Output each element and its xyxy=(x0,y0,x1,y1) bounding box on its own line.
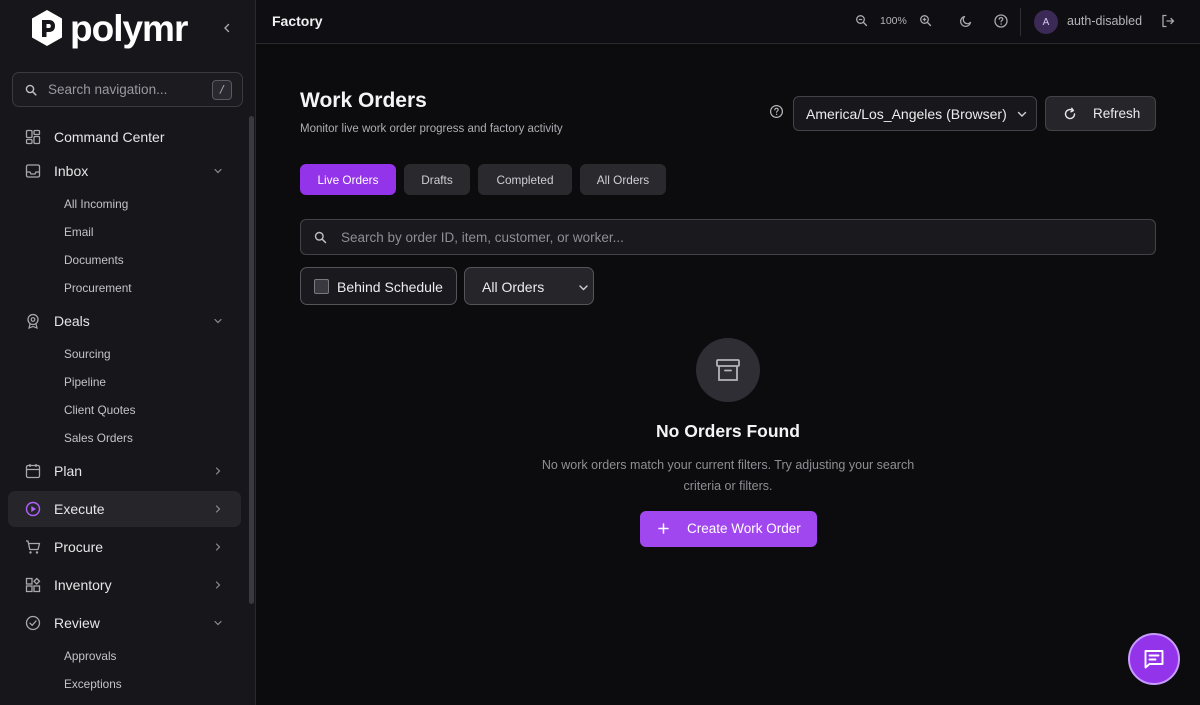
nav-search-input[interactable]: Search navigation... / xyxy=(12,72,243,107)
tab-completed[interactable]: Completed xyxy=(478,164,572,195)
sidebar-item-execute[interactable]: Execute xyxy=(8,491,241,527)
plus-icon xyxy=(658,523,669,534)
refresh-button[interactable]: Refresh xyxy=(1045,96,1156,131)
create-work-order-button[interactable]: Create Work Order xyxy=(640,511,817,547)
refresh-label: Refresh xyxy=(1093,106,1141,121)
chat-button[interactable] xyxy=(1128,633,1180,685)
topbar-divider xyxy=(1020,8,1021,36)
sidebar-item-label: Procure xyxy=(54,539,104,555)
boxes-icon xyxy=(25,577,41,593)
archive-icon xyxy=(716,359,740,381)
empty-state-description: No work orders match your current filter… xyxy=(541,458,915,493)
sidebar-scrollbar[interactable] xyxy=(249,116,254,604)
search-icon xyxy=(25,84,37,96)
inbox-icon xyxy=(25,164,41,178)
chevron-down-icon xyxy=(214,620,222,626)
sidebar-item-procure[interactable]: Procure xyxy=(8,529,241,565)
sidebar: polymr Search navigation... / Command Ce… xyxy=(0,0,256,705)
zoom-out-icon[interactable] xyxy=(854,13,870,29)
sidebar-subitem-all-incoming[interactable]: All Incoming xyxy=(64,196,128,212)
chevron-down-icon xyxy=(1017,111,1027,117)
timezone-value: America/Los_Angeles (Browser) xyxy=(806,105,1007,122)
search-icon xyxy=(314,231,327,244)
dashboard-icon xyxy=(25,129,41,145)
collapse-sidebar-button[interactable] xyxy=(218,19,236,37)
sidebar-item-plan[interactable]: Plan xyxy=(8,453,241,489)
page-subtitle: Monitor live work order progress and fac… xyxy=(300,123,563,135)
timezone-select[interactable]: America/Los_Angeles (Browser) xyxy=(793,96,1037,131)
search-shortcut-key: / xyxy=(212,79,232,100)
sidebar-item-label: Plan xyxy=(54,463,83,479)
refresh-icon xyxy=(1064,107,1076,120)
order-search-box xyxy=(300,219,1156,255)
sidebar-item-review[interactable]: Review xyxy=(8,605,241,641)
brand-logo[interactable]: polymr xyxy=(30,7,188,49)
topbar: Factory 100% A auth-disabled xyxy=(256,0,1200,44)
sidebar-subitem-procurement[interactable]: Procurement xyxy=(64,280,132,296)
sidebar-item-deals[interactable]: Deals xyxy=(8,303,241,339)
tab-live-orders[interactable]: Live Orders xyxy=(300,164,396,195)
user-name: auth-disabled xyxy=(1067,14,1143,28)
sidebar-item-label: Command Center xyxy=(54,129,165,145)
order-search-input[interactable] xyxy=(341,220,1141,254)
sidebar-item-label: Review xyxy=(54,615,100,631)
chevron-down-icon xyxy=(214,168,222,174)
chevron-right-icon xyxy=(215,543,221,551)
zoom-level: 100% xyxy=(880,15,907,27)
sidebar-subitem-sourcing[interactable]: Sourcing xyxy=(64,346,111,362)
sidebar-subitem-email[interactable]: Email xyxy=(64,224,94,240)
sidebar-item-label: Deals xyxy=(54,313,90,329)
empty-state-icon-wrap xyxy=(696,338,760,402)
check-circle-icon xyxy=(25,615,41,631)
order-filter-value: All Orders xyxy=(482,279,545,295)
breadcrumb[interactable]: Factory xyxy=(272,13,323,29)
sidebar-subitem-pipeline[interactable]: Pipeline xyxy=(64,374,106,390)
logout-icon[interactable] xyxy=(1160,13,1176,29)
sidebar-item-label: Execute xyxy=(54,501,105,517)
sidebar-item-inventory[interactable]: Inventory xyxy=(8,567,241,603)
sidebar-item-label: Inventory xyxy=(54,577,112,593)
tab-drafts[interactable]: Drafts xyxy=(404,164,470,195)
tab-all-orders[interactable]: All Orders xyxy=(580,164,666,195)
nav-search-placeholder: Search navigation... xyxy=(48,82,168,97)
order-filter-select[interactable]: All Orders xyxy=(464,267,594,305)
sidebar-item-command-center[interactable]: Command Center xyxy=(8,119,241,155)
sidebar-subitem-documents[interactable]: Documents xyxy=(64,252,124,268)
behind-schedule-label: Behind Schedule xyxy=(337,279,443,295)
zoom-in-icon[interactable] xyxy=(918,13,934,29)
calendar-icon xyxy=(25,464,41,479)
brand-name: polymr xyxy=(70,7,188,49)
behind-schedule-checkbox[interactable] xyxy=(314,279,329,294)
chevron-down-icon xyxy=(579,285,588,291)
page-title: Work Orders xyxy=(300,89,427,112)
cart-icon xyxy=(26,540,41,554)
help-icon[interactable] xyxy=(993,13,1009,29)
play-circle-icon xyxy=(25,501,41,517)
deals-icon xyxy=(27,313,39,329)
chevron-left-icon xyxy=(224,23,230,33)
empty-state-title: No Orders Found xyxy=(656,421,800,441)
sidebar-subitem-exceptions[interactable]: Exceptions xyxy=(64,676,122,692)
create-work-order-label: Create Work Order xyxy=(687,521,801,536)
sidebar-item-inbox[interactable]: Inbox xyxy=(8,153,241,189)
moon-icon[interactable] xyxy=(958,13,974,29)
avatar[interactable]: A xyxy=(1034,10,1058,34)
chevron-right-icon xyxy=(215,505,221,513)
chevron-right-icon xyxy=(215,581,221,589)
timezone-help-icon[interactable] xyxy=(769,104,784,119)
chevron-down-icon xyxy=(214,318,222,324)
sidebar-subitem-approvals[interactable]: Approvals xyxy=(64,648,116,664)
sidebar-subitem-client-quotes[interactable]: Client Quotes xyxy=(64,402,135,418)
chat-icon xyxy=(1144,650,1164,669)
behind-schedule-toggle[interactable]: Behind Schedule xyxy=(300,267,457,305)
polymr-logo-icon xyxy=(32,10,62,46)
sidebar-item-label: Inbox xyxy=(54,163,89,179)
chevron-right-icon xyxy=(215,467,221,475)
sidebar-subitem-sales-orders[interactable]: Sales Orders xyxy=(64,430,133,446)
